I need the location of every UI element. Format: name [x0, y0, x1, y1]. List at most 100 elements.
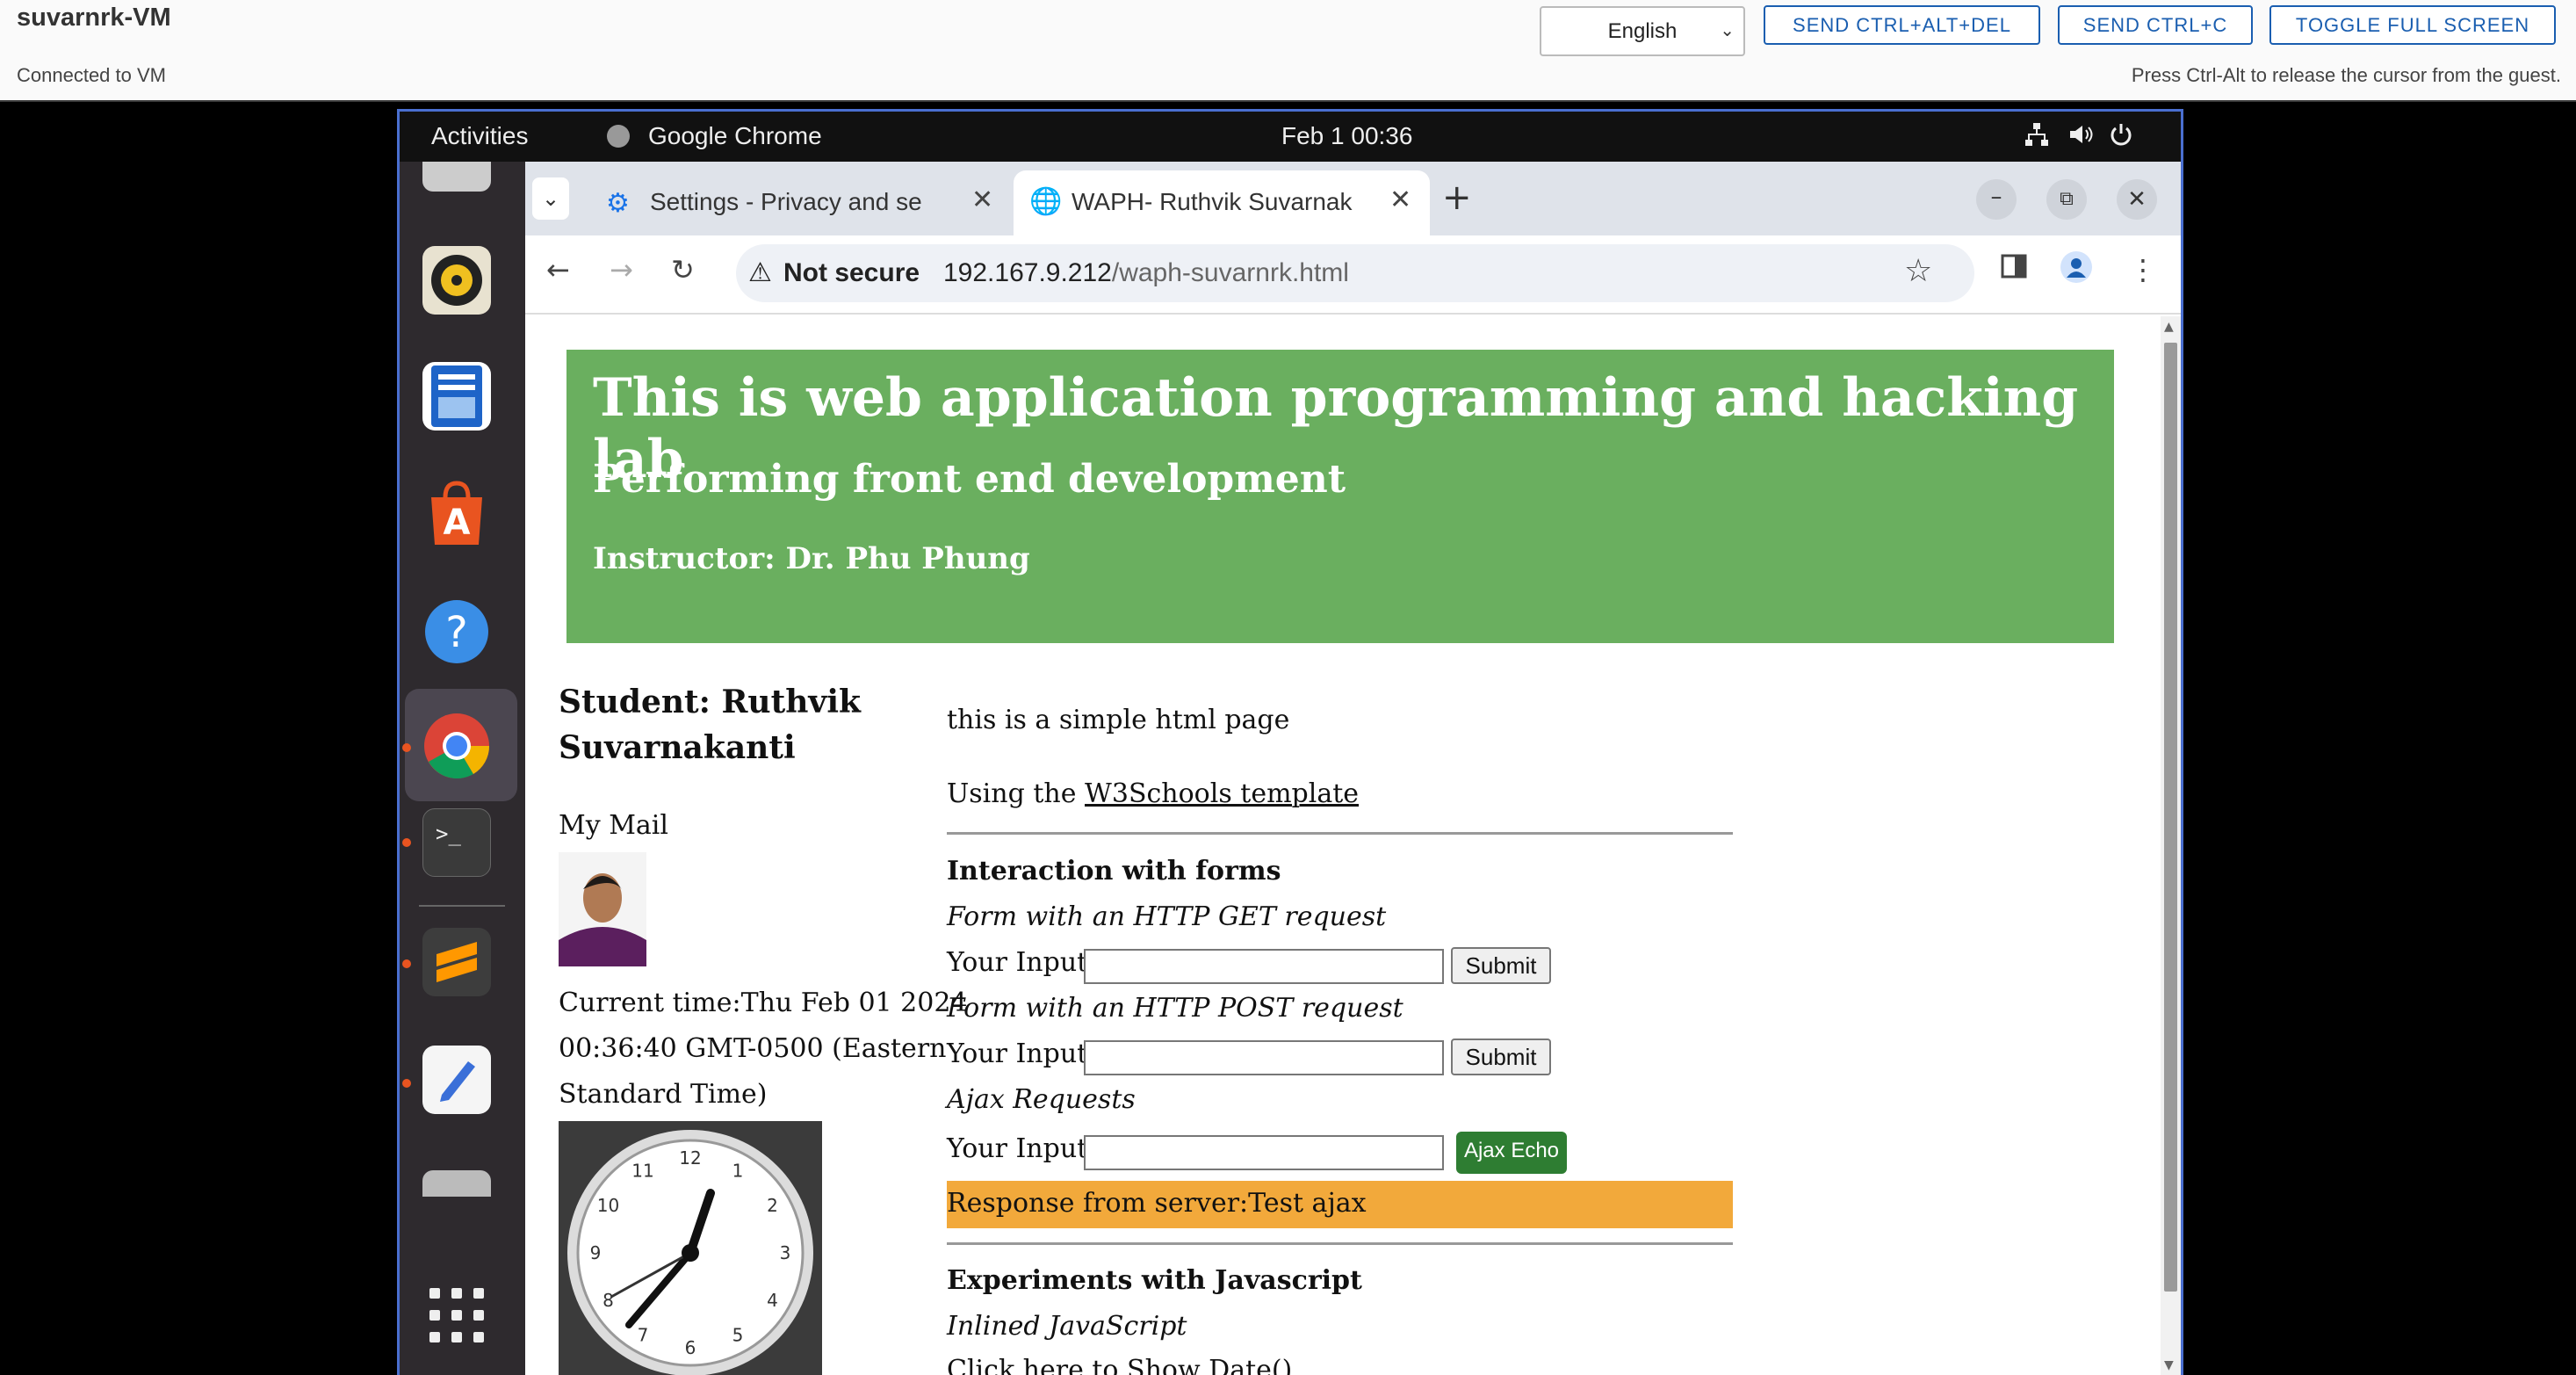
volume-icon[interactable]: [2067, 120, 2095, 155]
running-indicator: [402, 1079, 411, 1088]
scroll-up-icon[interactable]: ▲: [2164, 320, 2174, 334]
vm-connection-status: Connected to VM: [17, 64, 166, 86]
ajax-input-field[interactable]: [1084, 1135, 1444, 1170]
post-submit-button[interactable]: Submit: [1451, 1038, 1551, 1075]
url-host: 192.167.9.212: [943, 258, 1112, 287]
release-cursor-hint: Press Ctrl-Alt to release the cursor fro…: [2131, 64, 2561, 86]
clock-numeral: 6: [685, 1337, 696, 1358]
ajax-input-label: Your Input:: [947, 1133, 1097, 1164]
post-form-label: Form with an HTTP POST request: [947, 993, 1403, 1024]
get-input-field[interactable]: [1084, 949, 1444, 984]
ajax-response-text: Response from server:Test ajax: [947, 1188, 1367, 1219]
clock-numeral: 12: [679, 1147, 701, 1169]
profile-avatar-icon[interactable]: [2060, 251, 2092, 290]
address-bar[interactable]: ⚠ Not secure 192.167.9.212/waph-suvarnrk…: [736, 244, 1974, 302]
ajax-echo-button[interactable]: Ajax Echo: [1456, 1132, 1567, 1174]
running-indicator: [402, 838, 411, 847]
console-header: suvarnrk-VM Connected to VM English ⌄ SE…: [0, 0, 2576, 102]
terminal-icon[interactable]: >_: [422, 808, 491, 877]
toggle-full-screen-button[interactable]: TOGGLE FULL SCREEN: [2269, 5, 2556, 45]
vm-title: suvarnrk-VM: [17, 4, 171, 32]
scroll-down-icon[interactable]: ▼: [2164, 1358, 2174, 1372]
power-icon[interactable]: [2107, 120, 2135, 155]
clock-numeral: 7: [638, 1325, 649, 1346]
current-time-line2: 00:36:40 GMT-0500 (Eastern: [559, 1033, 947, 1064]
tab-strip: ⌄ ⚙ Settings - Privacy and se ✕ 🌐 WAPH- …: [525, 162, 2181, 235]
dock-app-partial-icon[interactable]: [422, 162, 491, 192]
clock-numeral: 8: [603, 1290, 614, 1311]
tab-waph-page[interactable]: 🌐 WAPH- Ruthvik Suvarnak ✕: [1014, 170, 1430, 235]
student-photo: [559, 852, 646, 966]
google-chrome-icon[interactable]: [422, 712, 491, 780]
libreoffice-writer-icon[interactable]: [422, 362, 491, 431]
post-input-field[interactable]: [1084, 1040, 1444, 1075]
side-panel-icon[interactable]: [2001, 253, 2027, 286]
ajax-response-box: Response from server:Test ajax: [947, 1181, 1733, 1228]
chrome-app-icon: [607, 125, 630, 148]
bookmark-star-icon[interactable]: ☆: [1904, 253, 1932, 289]
focused-app-name[interactable]: Google Chrome: [648, 122, 822, 150]
language-select-value: English: [1607, 19, 1678, 43]
chevron-down-icon: ⌄: [1720, 21, 1735, 40]
scrollbar-thumb[interactable]: [2164, 343, 2177, 1292]
restore-window-icon[interactable]: ⧉: [2046, 179, 2087, 220]
more-menu-icon[interactable]: ⋮: [2129, 253, 2157, 286]
analog-clock: 12 1 2 3 4 5 6 7 8 9 10 11: [559, 1121, 822, 1375]
get-submit-button[interactable]: Submit: [1451, 947, 1551, 984]
get-input-label: Your Input:: [947, 947, 1097, 978]
svg-text:A: A: [444, 503, 471, 543]
help-icon[interactable]: ?: [422, 597, 491, 666]
svg-text:?: ?: [445, 608, 467, 657]
divider: [947, 832, 1733, 835]
reload-icon[interactable]: ↻: [671, 253, 695, 286]
clock-numeral: 2: [767, 1195, 778, 1216]
show-date-trigger[interactable]: Click here to Show Date(): [947, 1355, 1292, 1375]
forward-arrow-icon[interactable]: →: [610, 253, 633, 286]
tab-settings[interactable]: ⚙ Settings - Privacy and se ✕: [587, 170, 1008, 235]
student-name-line1: Student: Ruthvik: [559, 684, 861, 720]
tab-search-chevron-icon[interactable]: ⌄: [532, 177, 569, 220]
new-tab-icon[interactable]: +: [1442, 177, 1472, 218]
clock-numeral: 1: [732, 1161, 744, 1182]
current-time-line3: Standard Time): [559, 1079, 768, 1110]
current-time-line1: Current time:Thu Feb 01 2024: [559, 988, 968, 1018]
url-text[interactable]: 192.167.9.212/waph-suvarnrk.html: [943, 258, 1349, 288]
running-indicator: [402, 959, 411, 968]
close-tab-icon[interactable]: ✕: [1389, 185, 1411, 215]
minimize-window-icon[interactable]: –: [1976, 179, 2017, 220]
clock-numeral: 5: [732, 1325, 744, 1346]
close-tab-icon[interactable]: ✕: [971, 185, 993, 215]
rhythmbox-icon[interactable]: [422, 246, 491, 315]
top-bar-clock[interactable]: Feb 1 00:36: [1281, 122, 1412, 150]
gnome-top-bar: Activities Google Chrome Feb 1 00:36: [400, 112, 2181, 162]
ubuntu-dock: A ? >_: [400, 162, 525, 1375]
language-select[interactable]: English ⌄: [1540, 6, 1745, 56]
text-editor-icon[interactable]: [422, 1046, 491, 1114]
not-secure-label[interactable]: Not secure: [783, 258, 920, 288]
clock-numeral: 10: [597, 1195, 619, 1216]
page-scrollbar[interactable]: ▲ ▼: [2161, 316, 2181, 1375]
close-window-icon[interactable]: ✕: [2117, 179, 2157, 220]
using-prefix: Using the: [947, 778, 1086, 809]
send-ctrl-c-button[interactable]: SEND CTRL+C: [2058, 5, 2253, 45]
running-indicator: [402, 743, 411, 752]
inlined-js-label: Inlined JavaScript: [947, 1311, 1187, 1342]
ubuntu-software-icon[interactable]: A: [422, 480, 491, 548]
chrome-toolbar: ← → ↻ ⚠ Not secure 192.167.9.212/waph-su…: [525, 235, 2181, 315]
dock-app-partial-icon[interactable]: [422, 1170, 491, 1197]
back-arrow-icon[interactable]: ←: [546, 253, 570, 286]
banner-instructor: Instructor: Dr. Phu Phung: [593, 541, 1030, 576]
banner-subtitle: Performing front end development: [593, 457, 1346, 502]
sublime-text-icon[interactable]: [422, 928, 491, 996]
w3schools-link[interactable]: W3Schools template: [1085, 778, 1359, 809]
url-path: /waph-suvarnrk.html: [1111, 258, 1349, 287]
js-heading: Experiments with Javascript: [947, 1265, 1362, 1296]
network-icon[interactable]: [2023, 120, 2051, 155]
divider: [947, 1242, 1733, 1245]
vm-screen[interactable]: Activities Google Chrome Feb 1 00:36 A ?: [397, 109, 2183, 1375]
ajax-label: Ajax Requests: [947, 1084, 1136, 1115]
activities-button[interactable]: Activities: [431, 122, 528, 150]
show-applications-icon[interactable]: [422, 1281, 491, 1350]
clock-numeral: 4: [767, 1290, 778, 1311]
send-ctrl-alt-del-button[interactable]: SEND CTRL+ALT+DEL: [1764, 5, 2040, 45]
